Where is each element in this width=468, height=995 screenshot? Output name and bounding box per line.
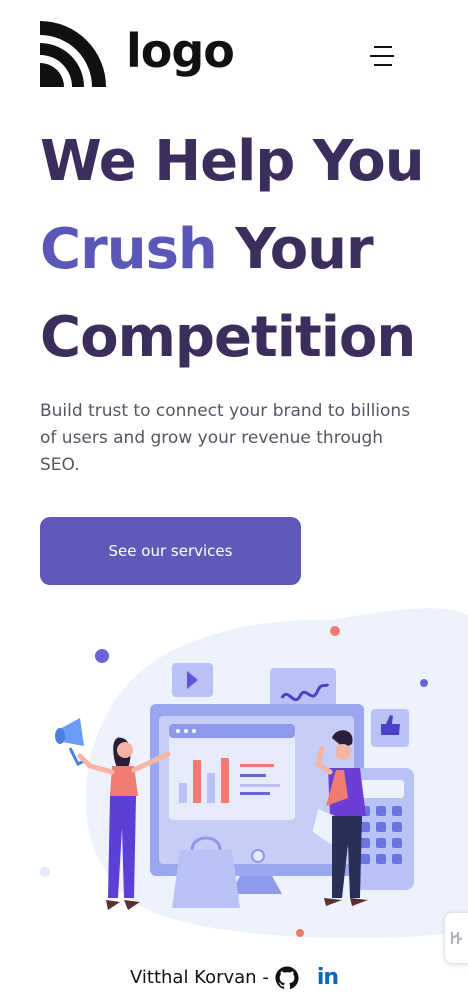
hero-title-line3: Competition	[40, 305, 416, 370]
hero-description: Build trust to connect your brand to bil…	[40, 401, 411, 475]
hero-title-line2: Your	[216, 217, 373, 282]
logo-text: logo	[126, 24, 235, 78]
github-icon[interactable]	[275, 966, 299, 990]
signal-arcs-icon	[40, 21, 106, 87]
widget-tab-icon	[451, 932, 463, 944]
footer: Vitthal Korvan - in	[0, 960, 468, 995]
see-services-button[interactable]: See our services	[40, 517, 301, 585]
author-credit: Vitthal Korvan -	[129, 967, 269, 988]
linkedin-icon[interactable]: in	[317, 965, 339, 990]
hero-title-accent: Crush	[40, 217, 218, 282]
logo-link[interactable]: logo	[40, 21, 235, 87]
marketing-team-illustration	[40, 608, 468, 939]
hero-title: We Help You Crush Your Competition	[40, 118, 460, 382]
site-header: logo	[0, 0, 468, 100]
hero-title-line1: We Help You	[40, 129, 425, 194]
hamburger-menu-icon[interactable]	[370, 44, 396, 68]
side-widget-tab[interactable]	[444, 912, 468, 964]
